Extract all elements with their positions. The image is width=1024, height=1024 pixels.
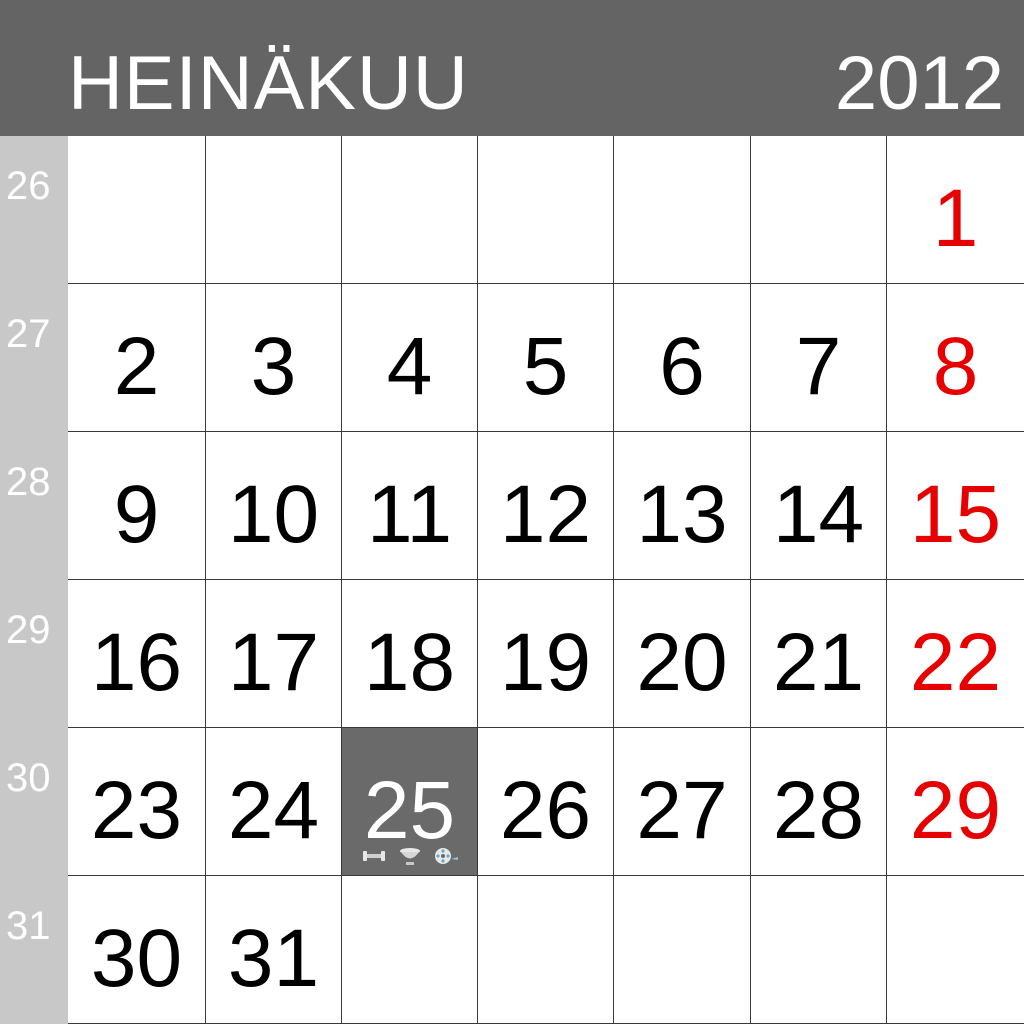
bowl-icon [397, 845, 423, 867]
day-cell[interactable]: 15 [887, 432, 1024, 580]
day-number: 20 [636, 617, 728, 708]
empty-day-cell[interactable] [342, 876, 478, 1024]
day-number: 29 [909, 765, 1002, 856]
day-number: 8 [932, 321, 979, 412]
day-cell[interactable]: 14 [751, 432, 887, 580]
empty-day-cell[interactable] [614, 136, 751, 284]
day-number: 9 [113, 469, 160, 560]
week-number-label: 31 [6, 904, 51, 948]
week-number: 30 [0, 728, 68, 876]
month-title[interactable]: HEINÄKUU [68, 44, 469, 124]
day-number: 16 [90, 617, 183, 708]
day-number: 12 [499, 469, 592, 560]
day-number: 22 [909, 617, 1002, 708]
day-number: 3 [250, 321, 297, 412]
empty-day-cell[interactable] [206, 136, 342, 284]
day-number: 26 [499, 765, 592, 856]
day-cell[interactable]: 21 [751, 580, 887, 728]
day-cell[interactable]: 8 [887, 284, 1024, 432]
day-cell[interactable]: 16 [68, 580, 206, 728]
day-cell[interactable]: 27 [614, 728, 751, 876]
empty-day-cell[interactable] [478, 136, 614, 284]
day-number: 6 [659, 321, 705, 412]
day-cell[interactable]: 26 [478, 728, 614, 876]
empty-day-cell[interactable] [751, 136, 887, 284]
day-number: 11 [366, 469, 453, 560]
empty-day-cell[interactable] [478, 876, 614, 1024]
day-cell[interactable]: 6 [614, 284, 751, 432]
week-number-column: 26 27 28 29 30 31 [0, 136, 68, 1024]
day-cell[interactable]: 20 [614, 580, 751, 728]
day-cell[interactable]: 23 [68, 728, 206, 876]
day-number: 2 [113, 321, 160, 412]
event-icons [342, 845, 477, 867]
empty-day-cell[interactable] [342, 136, 478, 284]
day-cell[interactable]: 18 [342, 580, 478, 728]
calendar-header: HEINÄKUU 2012 [0, 0, 1024, 136]
day-cell[interactable]: 29 [887, 728, 1024, 876]
empty-day-cell[interactable] [614, 876, 751, 1024]
day-cell-today[interactable]: 25 [342, 728, 478, 876]
day-number: 27 [636, 765, 728, 856]
day-cell[interactable]: 2 [68, 284, 206, 432]
day-number: 30 [90, 913, 183, 1004]
day-number: 21 [772, 617, 865, 708]
day-number: 13 [636, 469, 728, 560]
day-cell[interactable]: 17 [206, 580, 342, 728]
day-number: 1 [932, 173, 979, 264]
week-number-label: 29 [6, 608, 51, 652]
calendar-app: HEINÄKUU 2012 26 27 28 29 30 31 1 2 3 4 5 6 7 8 9 10 11… [0, 0, 1024, 1024]
week-number: 29 [0, 580, 68, 728]
day-cell[interactable]: 24 [206, 728, 342, 876]
week-number: 28 [0, 432, 68, 580]
day-number: 17 [227, 617, 320, 708]
day-cell[interactable]: 7 [751, 284, 887, 432]
day-number: 23 [90, 765, 183, 856]
day-cell[interactable]: 22 [887, 580, 1024, 728]
day-number: 31 [227, 913, 320, 1004]
day-number: 15 [909, 469, 1002, 560]
day-cell[interactable]: 11 [342, 432, 478, 580]
day-number: 24 [227, 765, 320, 856]
day-number: 4 [386, 321, 433, 412]
week-number-label: 27 [6, 312, 51, 356]
day-cell[interactable]: 1 [887, 136, 1024, 284]
day-number: 5 [522, 321, 569, 412]
day-cell[interactable]: 4 [342, 284, 478, 432]
day-number: 14 [772, 469, 865, 560]
day-cell[interactable]: 9 [68, 432, 206, 580]
day-cell[interactable]: 31 [206, 876, 342, 1024]
day-number: 10 [227, 469, 320, 560]
week-number: 27 [0, 284, 68, 432]
week-number-label: 30 [6, 756, 51, 800]
week-number: 26 [0, 136, 68, 284]
day-cell[interactable]: 30 [68, 876, 206, 1024]
day-cell[interactable]: 13 [614, 432, 751, 580]
day-cell[interactable]: 3 [206, 284, 342, 432]
day-number: 18 [363, 617, 456, 708]
day-number: 28 [772, 765, 865, 856]
week-number-label: 26 [6, 164, 51, 208]
day-cell[interactable]: 19 [478, 580, 614, 728]
day-cell[interactable]: 5 [478, 284, 614, 432]
empty-day-cell[interactable] [751, 876, 887, 1024]
day-number: 25 [363, 765, 456, 856]
day-cell[interactable]: 28 [751, 728, 887, 876]
dumbbell-icon [361, 845, 387, 867]
month-grid: 1 2 3 4 5 6 7 8 9 10 11 12 13 14 15 16 17 18 19 20 21 22 23 24 2… [68, 136, 1024, 1024]
film-reel-icon [433, 845, 459, 867]
day-cell[interactable]: 12 [478, 432, 614, 580]
empty-day-cell[interactable] [68, 136, 206, 284]
day-number: 19 [499, 617, 592, 708]
empty-day-cell[interactable] [887, 876, 1024, 1024]
day-cell[interactable]: 10 [206, 432, 342, 580]
day-number: 7 [795, 321, 842, 412]
week-number-label: 28 [6, 460, 51, 504]
week-number: 31 [0, 876, 68, 1024]
year-title[interactable]: 2012 [835, 44, 1004, 124]
